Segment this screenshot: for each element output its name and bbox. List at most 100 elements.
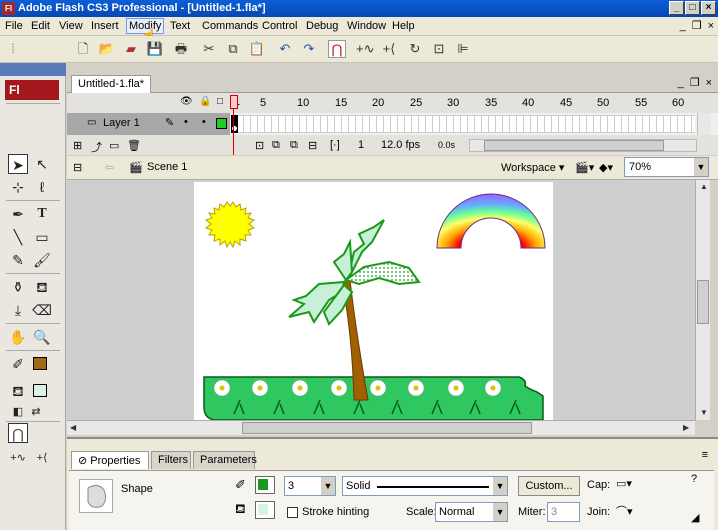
straighten-option-icon[interactable]: +⟨ [32, 448, 52, 468]
panel-options-icon[interactable]: ≡ [702, 449, 708, 461]
doc-minimize-icon[interactable]: _ [680, 20, 686, 32]
menu-control[interactable]: Control [262, 20, 297, 32]
help-icon[interactable]: ? [691, 473, 697, 485]
timeline-toggle-icon[interactable]: ⊟ [73, 161, 82, 174]
add-layer-icon[interactable]: ⊞ [73, 139, 82, 152]
close-button[interactable]: × [701, 1, 716, 15]
minimize-button[interactable]: _ [669, 1, 684, 15]
stage[interactable] [194, 182, 553, 421]
rainbow-shape[interactable] [436, 193, 546, 249]
modify-markers-icon[interactable]: [·] [330, 139, 340, 151]
undo-icon[interactable]: ↶ [276, 40, 294, 58]
tab-filters[interactable]: Filters [151, 451, 191, 469]
chevron-down-icon[interactable]: ▼ [694, 158, 708, 176]
copy-icon[interactable]: ⧉ [224, 40, 242, 58]
pen-tool-icon[interactable]: ✒ [8, 204, 28, 224]
add-guide-layer-icon[interactable]: ⤴ [91, 139, 102, 155]
edit-symbols-icon[interactable]: ◆▾ [599, 161, 613, 174]
onion-skin-icon[interactable]: ⧉ [272, 139, 280, 152]
menu-commands[interactable]: Commands [202, 20, 258, 32]
snap-magnet-icon[interactable]: ⋂ [328, 40, 346, 58]
stage-horizontal-scrollbar[interactable]: ◀ ▶ [67, 420, 695, 435]
tab-properties[interactable]: ⊘ Properties × [71, 451, 149, 479]
selection-tool-icon[interactable]: ➤ [8, 154, 28, 174]
zoom-select[interactable]: 70% ▼ [624, 157, 709, 177]
paint-bucket-tool-icon[interactable]: ⛾ [32, 277, 52, 297]
straighten-icon[interactable]: +⟨ [380, 40, 398, 58]
hand-tool-icon[interactable]: ✋ [8, 327, 28, 347]
timeline-horizontal-scrollbar[interactable] [469, 139, 697, 152]
redo-icon[interactable]: ↷ [300, 40, 318, 58]
bridge-icon[interactable]: ▰ [122, 40, 140, 58]
black-white-icon[interactable]: ◧ [8, 402, 28, 422]
fill-color-swatch[interactable] [33, 384, 47, 397]
menu-file[interactable]: File [5, 20, 23, 32]
menu-help[interactable]: Help [392, 20, 415, 32]
layer-name-cell[interactable]: ▭ Layer 1 ✎ • • [67, 113, 230, 135]
zoom-tool-icon[interactable]: 🔍 [32, 327, 52, 347]
open-icon[interactable]: 📂 [98, 40, 116, 58]
stroke-color-swatch[interactable] [33, 357, 47, 370]
menu-view[interactable]: View [59, 20, 83, 32]
frame-strip[interactable] [237, 115, 695, 133]
join-select[interactable]: ⌒▾ [616, 503, 633, 519]
expand-icon[interactable]: ◢ [691, 511, 699, 524]
eraser-tool-icon[interactable]: ⌫ [32, 300, 52, 320]
layer-outline-color[interactable] [216, 118, 227, 129]
onion-outline-icon[interactable]: ⧉ [290, 139, 298, 152]
tab-parameters[interactable]: Parameters [193, 451, 257, 469]
doc-restore-icon[interactable]: ❐ [692, 20, 702, 32]
scene-name[interactable]: Scene 1 [147, 161, 187, 173]
brush-tool-icon[interactable]: 🖌 [32, 250, 52, 270]
stroke-style-select[interactable]: Solid ▼ [342, 476, 508, 496]
playhead[interactable] [230, 93, 238, 155]
smooth-option-icon[interactable]: +∿ [8, 448, 28, 468]
stage-vertical-scrollbar[interactable]: ▲ ▼ [695, 180, 710, 420]
panel-minimize-icon[interactable]: _ [678, 77, 684, 89]
menu-insert[interactable]: Insert [91, 20, 119, 32]
scale-icon[interactable]: ⊡ [430, 40, 448, 58]
text-tool-icon[interactable]: T [32, 204, 52, 224]
free-transform-tool-icon[interactable]: ⊹ [8, 177, 28, 197]
horizontal-scroll-thumb[interactable] [242, 422, 532, 434]
custom-button[interactable]: Custom... [518, 476, 580, 496]
print-icon[interactable]: 🖶 [172, 40, 190, 58]
stroke-hinting-checkbox[interactable] [287, 507, 298, 518]
document-tab[interactable]: Untitled-1.fla* [71, 75, 152, 93]
menu-text[interactable]: Text [170, 20, 190, 32]
maximize-button[interactable]: □ [685, 1, 700, 15]
layer-row[interactable]: ▭ Layer 1 ✎ • • [67, 113, 718, 155]
center-frame-icon[interactable]: ⊡ [255, 139, 264, 152]
smooth-icon[interactable]: +∿ [356, 40, 374, 58]
back-arrow-icon[interactable]: ⇦ [105, 161, 114, 174]
eye-icon[interactable]: 👁 [180, 96, 193, 107]
menu-window[interactable]: Window [347, 20, 386, 32]
line-tool-icon[interactable]: ╲ [8, 227, 28, 247]
ink-bottle-tool-icon[interactable]: ⚱ [8, 277, 28, 297]
scale-select[interactable]: Normal ▼ [435, 502, 508, 522]
cap-select[interactable]: ▭▾ [616, 477, 632, 490]
vertical-scroll-thumb[interactable] [697, 280, 709, 324]
save-icon[interactable]: 💾 [146, 40, 164, 58]
rectangle-tool-icon[interactable]: ▭ [32, 227, 52, 247]
fill-color-picker[interactable] [255, 501, 275, 519]
cut-icon[interactable]: ✂ [200, 40, 218, 58]
miter-input[interactable]: 3 [547, 502, 580, 522]
subselection-tool-icon[interactable]: ↖ [32, 154, 52, 174]
add-folder-icon[interactable]: ▭ [109, 139, 119, 152]
lasso-tool-icon[interactable]: ℓ [32, 177, 52, 197]
menu-debug[interactable]: Debug [306, 20, 338, 32]
paste-icon[interactable]: 📋 [248, 40, 266, 58]
swap-colors-icon[interactable]: ⇄ [26, 402, 46, 422]
lock-icon[interactable]: 🔒 [199, 96, 211, 107]
delete-layer-icon[interactable]: 🗑 [127, 139, 141, 152]
sun-shape[interactable] [204, 201, 256, 249]
align-icon[interactable]: ⊫ [454, 40, 472, 58]
eyedropper-tool-icon[interactable]: ⤓ [8, 300, 28, 320]
outline-icon[interactable]: □ [217, 96, 223, 107]
panel-close-icon[interactable]: × [706, 77, 712, 89]
stroke-height-input[interactable]: 3 ▼ [284, 476, 336, 496]
snap-to-objects-icon[interactable]: ⋂ [8, 423, 28, 443]
workspace-menu[interactable]: Workspace ▾ [501, 161, 564, 174]
new-icon[interactable]: 🗋 [74, 40, 92, 58]
